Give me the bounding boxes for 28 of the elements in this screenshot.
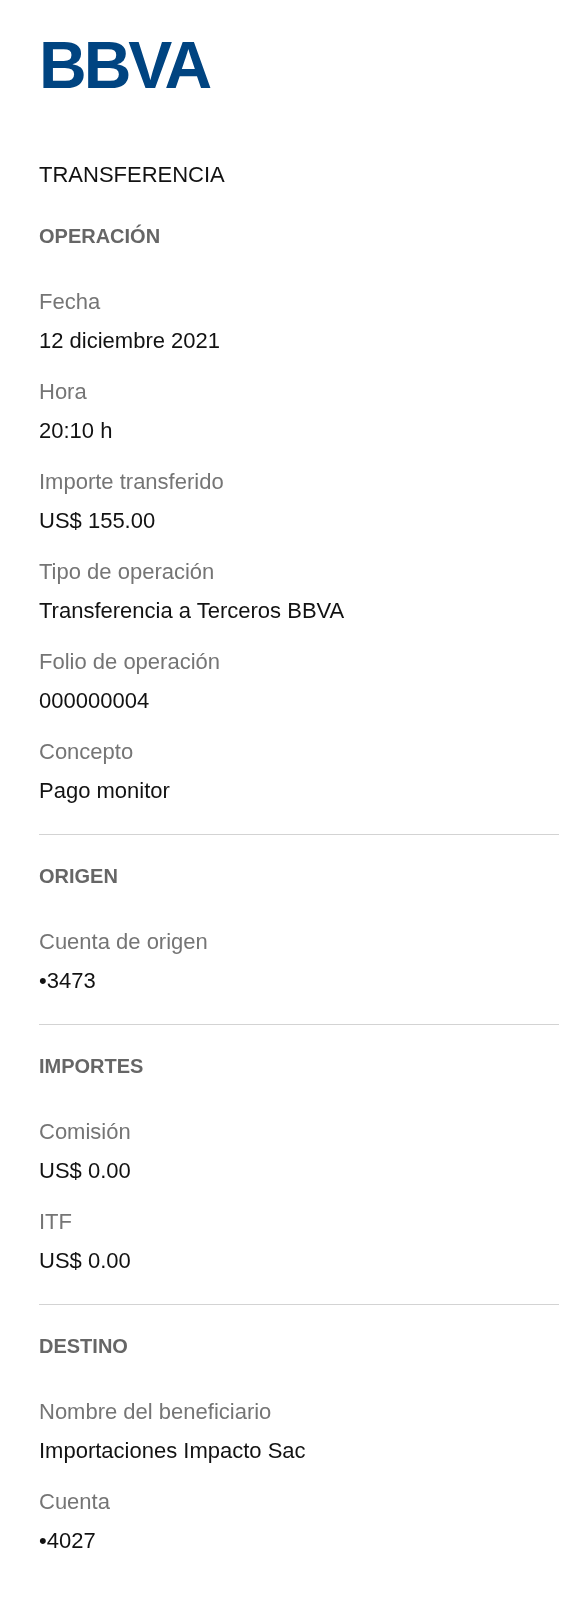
section-title: ORIGEN (39, 864, 118, 889)
field-value: US$ 0.00 (39, 1157, 131, 1185)
field-label: Importe transferido (39, 468, 224, 496)
field-label: ITF (39, 1208, 72, 1236)
field-value: •4027 (39, 1527, 96, 1555)
field-label: Folio de operación (39, 648, 220, 676)
section-title: OPERACIÓN (39, 223, 161, 249)
field-label: Hora (39, 378, 87, 406)
field-label: Cuenta (39, 1488, 110, 1516)
field-value: US$ 0.00 (39, 1247, 131, 1275)
receipt-title: TRANSFERENCIA (39, 161, 226, 189)
field-value: Pago monitor (39, 777, 170, 805)
field-value: 12 diciembre 2021 (39, 327, 220, 355)
field-label: Comisión (39, 1118, 131, 1146)
field-label: Cuenta de origen (39, 928, 208, 956)
field-label: Concepto (39, 738, 134, 766)
field-value: US$ 155.00 (39, 507, 156, 535)
field-label: Nombre del beneficiario (39, 1398, 272, 1426)
field-label: Fecha (39, 288, 101, 316)
field-value: Importaciones Impacto Sac (39, 1437, 306, 1465)
field-value: 000000004 (39, 687, 150, 715)
section-title: IMPORTES (39, 1054, 144, 1079)
section-title: DESTINO (39, 1334, 128, 1359)
field-value: 20:10 h (39, 417, 113, 445)
bank-logo: BBVA (39, 38, 210, 92)
field-value: Transferencia a Terceros BBVA (39, 597, 345, 625)
field-label: Tipo de operación (39, 558, 215, 586)
field-value: •3473 (39, 967, 96, 995)
